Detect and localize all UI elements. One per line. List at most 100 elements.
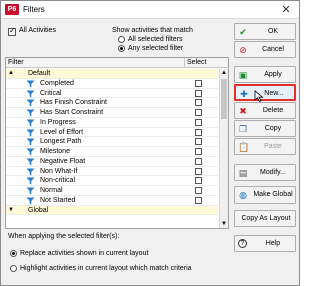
funnel-icon [26, 197, 35, 205]
funnel-icon [26, 177, 35, 185]
collapse-icon[interactable]: ▲ [8, 70, 14, 76]
filter-row[interactable]: Has Start Constraint [6, 108, 218, 118]
delete-button[interactable]: ✖ Delete [234, 102, 296, 119]
filter-row-label: Longest Path [40, 138, 82, 146]
paste-button[interactable]: 📋 Paste [234, 138, 296, 155]
select-checkbox[interactable] [195, 148, 202, 155]
column-header-select[interactable]: Select [187, 59, 206, 66]
filters-dialog: P6 Filters ✕ All Activities Show activit… [0, 0, 300, 286]
funnel-icon [26, 168, 35, 175]
filter-rows: ▲ Default Completed Critical Has Finish Cons… [6, 69, 218, 216]
filter-group-row[interactable]: ▲ Default [6, 69, 218, 79]
make-global-button-label: Make Global [253, 191, 293, 198]
help-button[interactable]: ? Help [234, 235, 296, 252]
show-match-label: Show activities that match [112, 27, 193, 34]
match-all-label: All selected filters [128, 36, 183, 43]
cancel-button[interactable]: ⊘ Cancel [234, 41, 296, 58]
filter-row[interactable]: Negative Float [6, 157, 218, 167]
paste-button-label: Paste [264, 143, 282, 150]
close-button[interactable]: ✕ [279, 3, 293, 17]
copy-as-layout-button[interactable]: Copy As Layout [234, 210, 296, 227]
select-checkbox[interactable] [195, 99, 202, 107]
apply-button[interactable]: ▣ Apply [234, 66, 296, 83]
scroll-thumb[interactable] [221, 79, 227, 119]
filter-row[interactable]: Longest Path [6, 137, 218, 147]
apply-button-label: Apply [264, 71, 282, 78]
filter-row-label: Normal [40, 187, 63, 194]
delete-button-label: Delete [262, 107, 284, 114]
filter-row[interactable]: Level of Effort [6, 128, 218, 138]
funnel-icon [26, 99, 35, 107]
funnel-icon [26, 158, 35, 166]
copy-icon: ❐ [238, 124, 248, 134]
funnel-icon [26, 138, 35, 146]
select-checkbox[interactable] [195, 128, 202, 136]
scroll-down-icon[interactable]: ▼ [221, 221, 227, 227]
applying-label: When applying the selected filter(s): [8, 233, 120, 240]
filter-grid: Filter Select ▲ Default Completed Critical H… [5, 57, 229, 229]
copy-button[interactable]: ❐ Copy [234, 120, 296, 137]
checkmark-icon: ✔ [239, 27, 247, 37]
select-checkbox[interactable] [195, 118, 202, 126]
highlight-radio[interactable] [10, 265, 17, 272]
filter-group-label: Default [28, 70, 51, 77]
filter-row[interactable]: Milestone [6, 147, 218, 157]
filter-group-row[interactable]: ▼ Global [6, 205, 218, 216]
select-checkbox[interactable] [195, 138, 202, 146]
all-activities-checkbox[interactable] [8, 26, 16, 36]
p6-logo-icon: P6 [5, 4, 19, 15]
match-options: All Activities Show activities that matc… [3, 21, 229, 55]
filter-row-label: Not Started [40, 196, 76, 204]
match-any-radio[interactable] [118, 45, 125, 52]
copy-as-layout-button-label: Copy As Layout [241, 215, 291, 222]
filter-row[interactable]: In Progress [6, 118, 218, 128]
modify-button[interactable]: ▤ Modify... [234, 164, 296, 181]
delete-x-icon: ✖ [239, 106, 247, 116]
grid-scrollbar[interactable]: ▲ ▼ [219, 69, 228, 228]
select-checkbox[interactable] [195, 89, 202, 97]
column-divider[interactable] [184, 58, 185, 68]
apply-icon: ▣ [238, 70, 248, 80]
filter-group-label: Global [28, 206, 49, 214]
filter-row[interactable]: Non-critical [6, 176, 218, 186]
funnel-icon [26, 148, 35, 156]
filter-row[interactable]: Has Finish Constraint [6, 98, 218, 108]
select-checkbox[interactable] [195, 157, 202, 165]
select-checkbox[interactable] [195, 79, 202, 87]
filter-row-label: Non What-If [40, 167, 78, 175]
scroll-up-icon[interactable]: ▲ [221, 70, 227, 76]
highlight-label: Highlight activities in current layout w… [20, 265, 192, 272]
modify-icon: ▤ [238, 168, 248, 178]
make-global-button[interactable]: ◍ Make Global [234, 186, 296, 204]
grid-header: Filter Select [6, 58, 228, 68]
filter-row-label: Negative Float [40, 157, 86, 165]
apply-mode-options: When applying the selected filter(s): Re… [3, 232, 229, 282]
filter-row-label: Milestone [40, 148, 70, 155]
match-all-radio[interactable] [118, 36, 125, 43]
new-button[interactable]: ✚ New... [234, 84, 296, 101]
globe-icon: ◍ [239, 190, 247, 200]
select-checkbox[interactable] [195, 196, 202, 204]
filter-row[interactable]: Non What-If [6, 167, 218, 177]
filter-row[interactable]: Not Started [6, 196, 218, 206]
help-button-label: Help [265, 240, 281, 247]
match-any-label: Any selected filter [128, 45, 184, 52]
paste-icon: 📋 [238, 142, 250, 152]
funnel-icon [26, 109, 35, 117]
filter-row[interactable]: Normal [6, 186, 218, 196]
filter-row[interactable]: Completed [6, 79, 218, 89]
funnel-icon [26, 80, 35, 88]
select-checkbox[interactable] [195, 167, 202, 175]
select-checkbox[interactable] [195, 109, 202, 116]
funnel-icon [26, 187, 35, 195]
select-checkbox[interactable] [195, 177, 202, 185]
help-icon: ? [238, 239, 247, 248]
filter-row[interactable]: Critical [6, 89, 218, 99]
ok-button-label: OK [267, 28, 279, 35]
filter-row-label: Non-critical [40, 177, 76, 185]
select-checkbox[interactable] [195, 187, 202, 194]
ok-button[interactable]: ✔ OK [234, 23, 296, 40]
replace-radio[interactable] [10, 250, 17, 257]
column-header-filter[interactable]: Filter [8, 59, 24, 66]
expand-icon[interactable]: ▼ [8, 207, 14, 213]
